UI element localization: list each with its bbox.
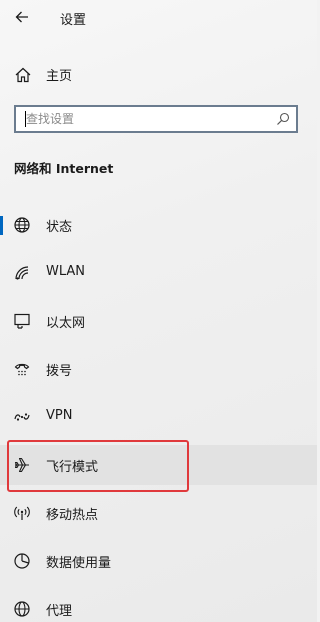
nav-item-label: 移动热点 [46,508,99,523]
back-button[interactable] [10,6,34,28]
search-input[interactable] [16,107,276,131]
nav-item-data-usage[interactable]: 数据使用量 [0,541,317,581]
vpn-icon [13,408,31,426]
home-label: 主页 [46,69,73,84]
nav-item-label: 拨号 [46,364,73,379]
nav-item-airplane-mode[interactable]: 飞行模式 [0,445,317,485]
section-title: 网络和 Internet [14,161,114,176]
selection-indicator [0,216,3,235]
home-nav-item[interactable]: 主页 [0,58,317,90]
search-icon[interactable] [276,112,290,126]
arrow-left-icon [15,10,29,24]
ethernet-icon [13,312,31,330]
airplane-icon [13,456,31,474]
nav-item-mobile-hotspot[interactable]: 移动热点 [0,493,317,533]
nav-item-label: VPN [46,408,73,423]
nav-item-label: WLAN [46,264,86,279]
globe-icon [13,216,31,234]
hotspot-icon [13,504,31,522]
wifi-icon [13,264,31,282]
nav-item-label: 飞行模式 [46,460,99,475]
nav-item-label: 以太网 [46,316,86,331]
text-cursor [25,111,26,127]
dialup-icon [13,360,31,378]
nav-item-wlan[interactable]: WLAN [0,253,317,293]
search-box[interactable] [14,105,298,133]
nav-item-label: 状态 [46,220,73,235]
nav-item-vpn[interactable]: VPN [0,397,317,437]
nav-item-proxy[interactable]: 代理 [0,589,317,622]
home-icon [14,66,32,84]
nav-item-label: 数据使用量 [46,556,112,571]
nav-item-dialup[interactable]: 拨号 [0,349,317,389]
globe-icon [13,600,31,618]
nav-item-status[interactable]: 状态 [0,205,317,245]
nav-item-label: 代理 [46,604,73,619]
nav-item-ethernet[interactable]: 以太网 [0,301,317,341]
settings-panel: 设置 主页 网络和 Internet [0,0,317,622]
data-usage-icon [13,552,31,570]
window-title: 设置 [60,13,87,28]
